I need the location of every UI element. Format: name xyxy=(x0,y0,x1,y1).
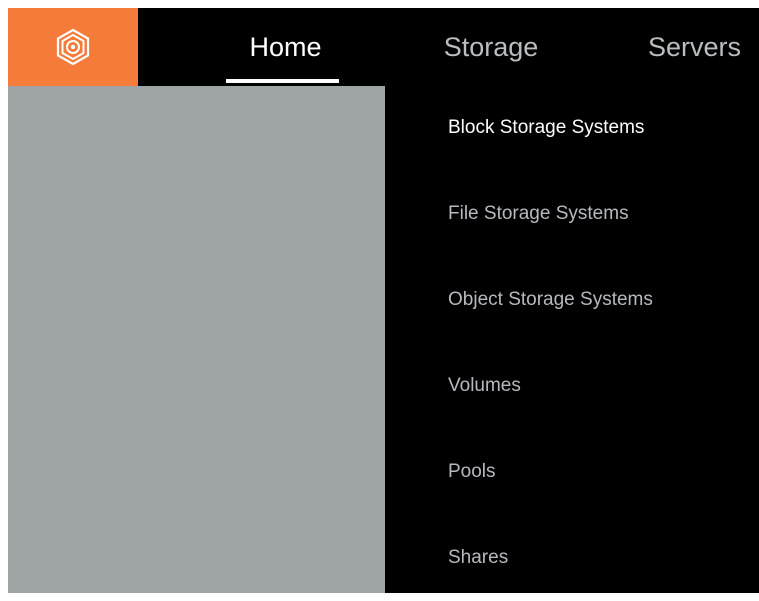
menu-item-volumes[interactable]: Volumes xyxy=(448,366,521,406)
tab-servers[interactable]: Servers xyxy=(628,8,759,86)
menu-item-object-storage-systems[interactable]: Object Storage Systems xyxy=(448,280,653,320)
content-panel xyxy=(8,86,385,593)
app-window: Home Storage Servers Block Storage Syste… xyxy=(8,8,759,593)
tab-storage[interactable]: Storage xyxy=(421,8,561,86)
hexagon-logo-icon xyxy=(56,28,90,66)
menu-item-file-storage-systems[interactable]: File Storage Systems xyxy=(448,194,629,234)
storage-dropdown-menu: Block Storage Systems File Storage Syste… xyxy=(385,86,759,593)
menu-item-block-storage-systems[interactable]: Block Storage Systems xyxy=(448,108,644,148)
tab-home[interactable]: Home xyxy=(213,8,358,86)
active-tab-indicator xyxy=(226,79,339,83)
menu-item-shares[interactable]: Shares xyxy=(448,538,508,578)
top-navigation-bar: Home Storage Servers xyxy=(8,8,759,86)
menu-item-pools[interactable]: Pools xyxy=(448,452,496,492)
logo-button[interactable] xyxy=(8,8,138,86)
